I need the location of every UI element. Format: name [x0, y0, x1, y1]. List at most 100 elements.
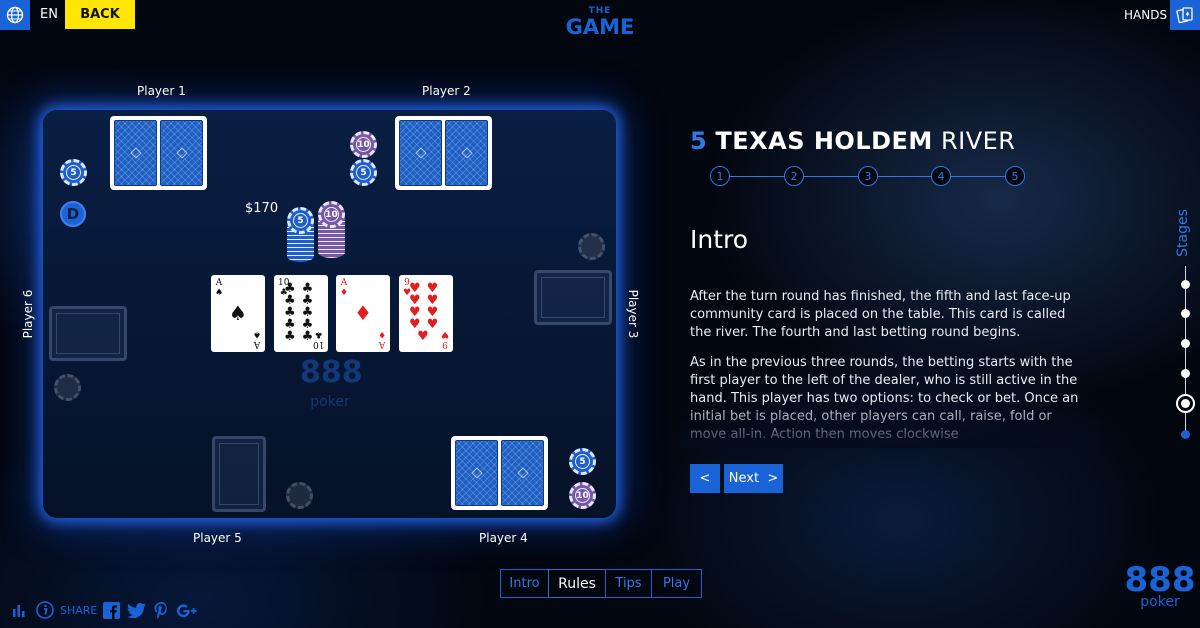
chip-5: 5	[350, 159, 377, 186]
card-pips: ♦	[354, 301, 372, 325]
hands-label[interactable]: HANDS	[1124, 8, 1167, 22]
stage-title-light: RIVER	[940, 127, 1016, 155]
step-3[interactable]: 3	[858, 166, 878, 186]
step-4[interactable]: 4	[931, 166, 951, 186]
player-2-hole-cards	[395, 116, 492, 190]
brand-logo: 888 poker	[1124, 563, 1196, 609]
card-suit: ♦	[377, 329, 386, 339]
community-card: 9 ♥ 9 ♥ ♥♥ ♥♥ ♥♥ ♥♥ ♥	[399, 275, 453, 352]
info-icon[interactable]	[36, 601, 54, 619]
stats-icon[interactable]	[12, 603, 26, 617]
card-back	[114, 120, 157, 186]
logo-game-text: GAME	[565, 15, 635, 39]
stage-title: 5 TEXAS HOLDEM RIVER	[690, 127, 1015, 155]
card-back	[160, 120, 203, 186]
share-label: SHARE	[60, 604, 98, 617]
prev-button[interactable]: <	[690, 464, 720, 493]
stage-dot-3[interactable]	[1181, 339, 1190, 348]
card-pips: ♣♣ ♣♣ ♣♣ ♣♣ ♣♣	[284, 281, 320, 344]
stage-number: 5	[690, 127, 708, 155]
card-rank: A	[215, 278, 223, 288]
card-corner: A ♦	[378, 329, 386, 349]
card-back	[445, 120, 488, 186]
text-fade-overlay	[680, 400, 1100, 448]
card-back	[399, 120, 442, 186]
chip-value: 5	[66, 165, 81, 180]
chip-10: 10	[569, 482, 596, 509]
community-card: 10 ♣ 10 ♣ ♣♣ ♣♣ ♣♣ ♣♣ ♣♣	[274, 275, 328, 352]
card-rank: A	[378, 339, 386, 349]
chip-5: 5	[287, 207, 314, 234]
tab-tips[interactable]: Tips	[605, 569, 652, 598]
player-5-folded-card	[212, 436, 266, 512]
empty-chip-slot	[286, 482, 313, 509]
table-brand-888: 888	[300, 355, 363, 390]
facebook-icon[interactable]	[103, 602, 120, 619]
chip-value: 10	[324, 207, 339, 222]
card-rank: A	[253, 339, 261, 349]
globe-icon	[6, 6, 24, 24]
player-4-hole-cards	[451, 436, 548, 510]
stage-dot-1[interactable]	[1181, 280, 1190, 289]
tab-intro[interactable]: Intro	[500, 569, 549, 598]
player-5-label: Player 5	[193, 531, 242, 545]
brand-888: 888	[1124, 560, 1196, 600]
community-card: A ♠ A ♠ ♠	[211, 275, 265, 352]
community-card: A ♦ A ♦ ♦	[336, 275, 390, 352]
chip-5: 5	[60, 159, 87, 186]
tab-rules[interactable]: Rules	[548, 569, 606, 598]
card-pips: ♥♥ ♥♥ ♥♥ ♥♥ ♥	[409, 281, 445, 344]
card-suit: ♠	[252, 329, 261, 339]
language-globe-button[interactable]	[0, 0, 30, 30]
stages-label: Stages	[1175, 209, 1191, 257]
stage-dot-2[interactable]	[1181, 309, 1190, 318]
back-button[interactable]: BACK	[65, 0, 135, 29]
twitter-icon[interactable]	[127, 603, 146, 618]
step-1[interactable]: 1	[710, 166, 730, 186]
google-plus-icon[interactable]	[177, 603, 197, 619]
stage-title-bold: TEXAS HOLDEM	[715, 127, 933, 155]
dealer-button: D	[60, 201, 86, 227]
chip-10: 10	[318, 201, 345, 228]
card-corner: A ♠	[253, 329, 261, 349]
chip-value: 10	[356, 137, 371, 152]
tab-play[interactable]: Play	[651, 569, 702, 598]
player-6-label: Player 6	[21, 289, 35, 339]
card-corner: A ♠	[215, 278, 223, 298]
hands-button[interactable]	[1170, 0, 1200, 30]
stage-dot-6[interactable]	[1181, 430, 1190, 439]
hands-card-icon	[1176, 7, 1193, 24]
stage-dot-4[interactable]	[1181, 369, 1190, 378]
empty-chip-slot	[54, 374, 81, 401]
card-back	[455, 440, 498, 506]
card-suit: ♦	[340, 288, 349, 298]
step-5[interactable]: 5	[1005, 166, 1025, 186]
chip-5: 5	[569, 448, 596, 475]
table-brand-poker: poker	[310, 394, 350, 410]
chip-value: 5	[293, 213, 308, 228]
language-selector[interactable]: EN	[40, 7, 58, 22]
card-corner: A ♦	[340, 278, 348, 298]
card-back	[501, 440, 544, 506]
stage-dot-5-active[interactable]	[1176, 394, 1195, 413]
card-rank: A	[340, 278, 348, 288]
player-1-hole-cards	[110, 116, 207, 190]
chip-value: 10	[575, 488, 590, 503]
chip-10: 10	[350, 131, 377, 158]
chip-value: 5	[575, 454, 590, 469]
player-4-label: Player 4	[479, 531, 528, 545]
player-6-folded-card	[49, 306, 127, 361]
paragraph: After the turn round has finished, the f…	[690, 289, 1071, 340]
step-2[interactable]: 2	[784, 166, 804, 186]
player-1-label: Player 1	[137, 84, 186, 98]
card-suit: ♠	[215, 288, 224, 298]
player-3-folded-card	[534, 270, 612, 325]
empty-chip-slot	[578, 233, 605, 260]
player-2-label: Player 2	[422, 84, 471, 98]
player-3-label: Player 3	[626, 289, 640, 339]
next-button[interactable]: Next >	[724, 464, 783, 493]
chip-value: 5	[356, 165, 371, 180]
pinterest-icon[interactable]	[154, 602, 169, 620]
card-pips: ♠	[229, 301, 247, 325]
pot-amount: $170	[245, 201, 279, 216]
